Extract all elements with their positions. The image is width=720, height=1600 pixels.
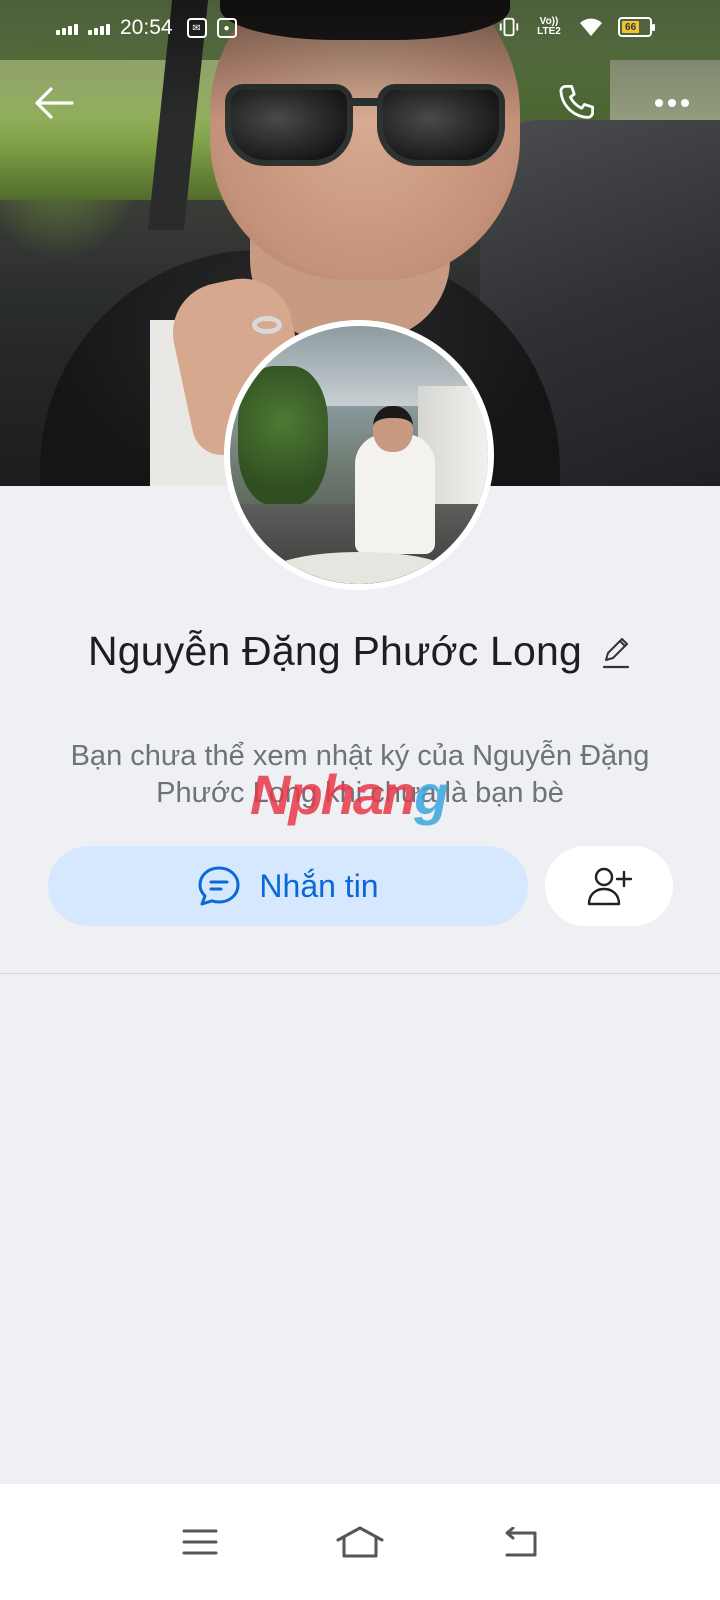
profile-avatar[interactable] [224,320,494,590]
home-button[interactable] [330,1517,390,1567]
status-right-group: Vo)) LTE2 66 [498,16,655,38]
back-nav-button[interactable] [490,1517,550,1567]
more-horizontal-icon [655,99,689,107]
status-time: 20:54 [120,16,173,39]
network-label: Vo)) LTE2 [537,16,561,37]
message-button-label: Nhắn tin [259,867,379,904]
back-return-icon [505,1527,537,1557]
home-icon [336,1526,384,1558]
user-plus-icon [587,867,632,906]
add-friend-button[interactable] [545,846,673,926]
battery-icon: 66 [618,17,655,37]
vibrate-icon [499,17,519,37]
section-divider [0,973,720,974]
profile-screen: 20:54 ✉ ● Vo)) LTE2 66 Nguyễn Đặng Phước… [0,0,720,1600]
more-button[interactable] [644,78,700,128]
recent-apps-button[interactable] [170,1517,230,1567]
wifi-icon [580,18,602,36]
back-button[interactable] [26,78,82,128]
status-bar: 20:54 ✉ ● Vo)) LTE2 66 [0,0,720,56]
mic-notification-icon: ● [216,18,237,38]
signal-sim2-icon [88,21,110,35]
menu-icon [182,1529,218,1555]
call-button[interactable] [548,78,604,128]
watermark-logo: Nphang [250,763,448,826]
message-button[interactable]: Nhắn tin [48,846,528,926]
battery-level: 66 [622,21,640,33]
profile-name-row: Nguyễn Đặng Phước Long [0,628,720,675]
pencil-icon[interactable] [600,634,632,670]
system-nav-bar [0,1484,720,1600]
arrow-left-icon [35,87,74,119]
signal-sim1-icon [56,21,78,35]
phone-icon [559,84,595,119]
profile-name: Nguyễn Đặng Phước Long [87,628,583,674]
chat-bubble-icon [198,866,240,906]
mail-notification-icon: ✉ [186,18,207,38]
